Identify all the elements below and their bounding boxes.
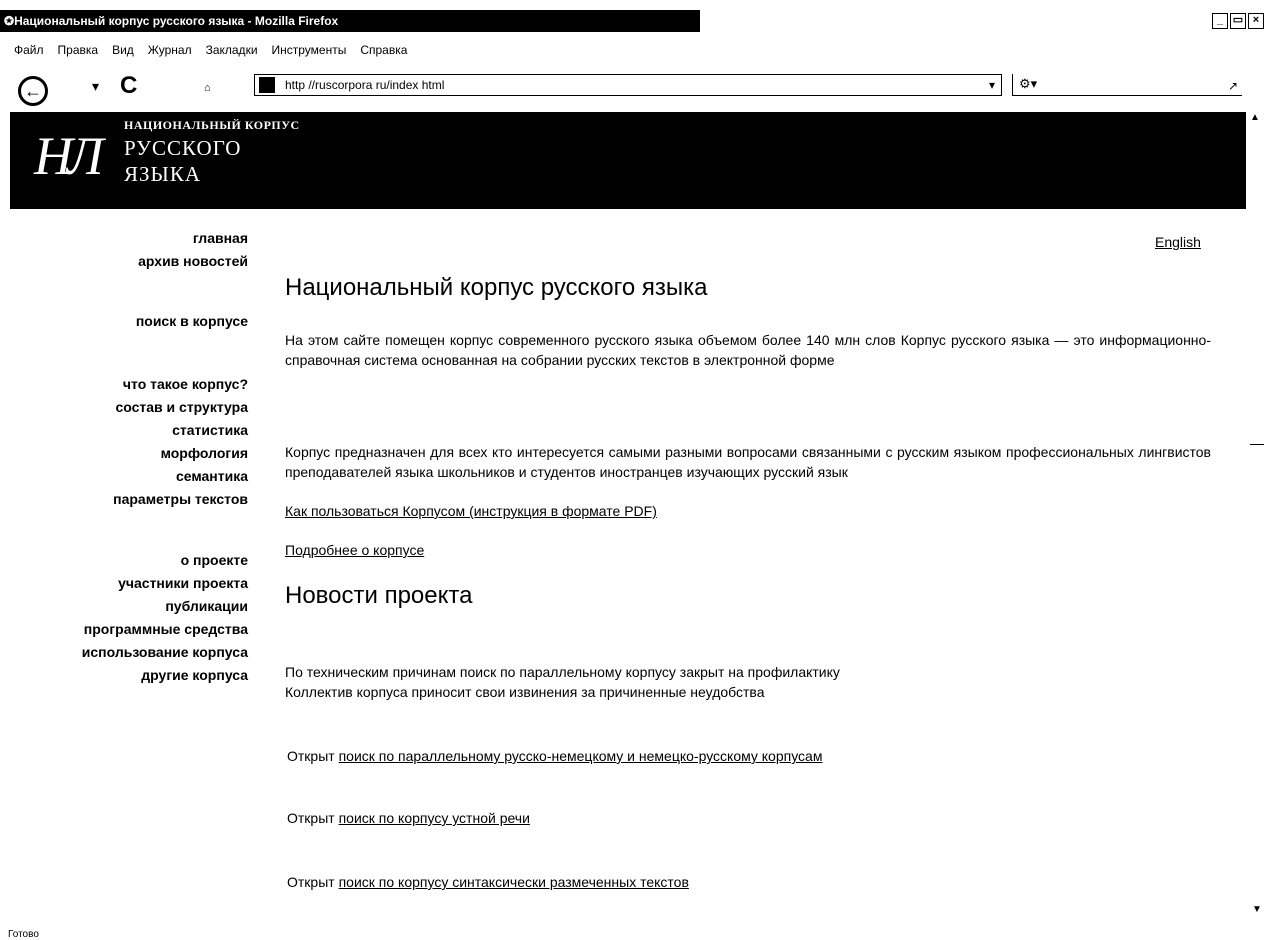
news-line: По техническим причинам поиск по паралле… [285, 664, 840, 680]
purpose-paragraph: Корпус предназначен для всех кто интерес… [285, 444, 1211, 480]
menu-bookmarks[interactable]: Закладки [206, 40, 258, 60]
url-text: http //ruscorpora ru/index html [285, 78, 445, 92]
logo-line2: РУССКОГО [124, 136, 242, 160]
menu-tools[interactable]: Инструменты [272, 40, 347, 60]
opened-label: Открыт [287, 810, 335, 826]
favicon-icon [259, 77, 275, 93]
spoken-corpus-link[interactable]: поиск по корпусу устной речи [339, 810, 530, 826]
sidebar-item-news-archive[interactable]: архив новостей [82, 253, 248, 269]
logo-line3: ЯЗЫКА [124, 162, 202, 186]
dropdown-icon[interactable]: ▾ [92, 78, 99, 95]
sidebar-item-statistics[interactable]: статистика [82, 422, 248, 438]
scroll-up-icon[interactable]: ▲ [1250, 112, 1260, 123]
english-link[interactable]: English [1155, 234, 1201, 250]
news-line: Коллектив корпуса приносит свои извинени… [285, 684, 765, 700]
window-title: ✪Национальный корпус русского языка - Mo… [0, 10, 700, 32]
sidebar-item-participants[interactable]: участники проекта [82, 575, 248, 591]
sidebar-item-semantics[interactable]: семантика [82, 468, 248, 484]
status-bar: Готово [8, 929, 39, 940]
search-go-icon[interactable]: ↗ [1228, 76, 1238, 96]
sidebar-item-publications[interactable]: публикации [82, 598, 248, 614]
logo-line1: НАЦИОНАЛЬНЫЙ КОРПУС [124, 118, 300, 132]
syntax-corpus-link[interactable]: поиск по корпусу синтаксически размеченн… [339, 874, 689, 890]
opened-label: Открыт [287, 748, 335, 764]
sidebar-item-about[interactable]: о проекте [82, 552, 248, 568]
menu-history[interactable]: Журнал [148, 40, 192, 60]
page-title: Национальный корпус русского языка [285, 274, 708, 301]
firefox-icon: ✪ [4, 14, 15, 28]
menu-edit[interactable]: Правка [58, 40, 99, 60]
parallel-corpus-link[interactable]: поиск по параллельному русско-немецкому … [339, 748, 823, 764]
sidebar-item-what-is-corpus[interactable]: что такое корпус? [82, 376, 248, 392]
site-banner: НЛ НАЦИОНАЛЬНЫЙ КОРПУС РУССКОГО ЯЗЫКА [10, 112, 1246, 209]
intro-paragraph: На этом сайте помещен корпус современног… [285, 332, 1211, 368]
menu-file[interactable]: Файл [14, 40, 44, 60]
search-input[interactable]: ⚙▾ ↗ [1012, 74, 1242, 96]
search-engine-icon[interactable]: ⚙▾ [1019, 76, 1037, 91]
opened-label: Открыт [287, 874, 335, 890]
menu-help[interactable]: Справка [360, 40, 407, 60]
back-icon[interactable]: ← [18, 76, 48, 106]
sidebar-item-search[interactable]: поиск в корпусе [82, 313, 248, 329]
home-icon[interactable]: ⌂ [204, 82, 211, 94]
news-item: Открыт поиск по корпусу устной речи [287, 810, 530, 826]
window-controls: _ ▭ × [1212, 10, 1264, 32]
close-button[interactable]: × [1248, 13, 1264, 29]
minimize-button[interactable]: _ [1212, 13, 1228, 29]
url-bar[interactable]: http //ruscorpora ru/index html ▾ [254, 74, 1002, 96]
url-dropdown-icon[interactable]: ▾ [989, 75, 995, 95]
sidebar-nav: главная архив новостей поиск в корпусе ч… [82, 226, 248, 683]
sidebar-item-software[interactable]: программные средства [82, 621, 248, 637]
sidebar-item-structure[interactable]: состав и структура [82, 399, 248, 415]
reload-icon[interactable]: C [120, 72, 137, 100]
news-item: Открыт поиск по корпусу синтаксически ра… [287, 874, 689, 890]
more-about-link[interactable]: Подробнее о корпусе [285, 542, 424, 558]
news-heading: Новости проекта [285, 582, 473, 609]
sidebar-item-home[interactable]: главная [82, 230, 248, 246]
news-item: Открыт поиск по параллельному русско-нем… [287, 748, 822, 764]
navigation-toolbar: ← ▾ C ⌂ http //ruscorpora ru/index html … [0, 68, 1264, 108]
sidebar-item-text-params[interactable]: параметры текстов [82, 491, 248, 507]
menu-view[interactable]: Вид [112, 40, 134, 60]
maximize-button[interactable]: ▭ [1230, 13, 1246, 29]
site-logo[interactable]: НЛ [34, 126, 104, 186]
sidebar-item-morphology[interactable]: морфология [82, 445, 248, 461]
menu-bar: Файл Правка Вид Журнал Закладки Инструме… [0, 40, 407, 60]
scrollbar-thumb[interactable] [1250, 444, 1264, 445]
sidebar-item-other-corpora[interactable]: другие корпуса [82, 667, 248, 683]
sidebar-item-usage[interactable]: использование корпуса [82, 644, 248, 660]
pdf-guide-link[interactable]: Как пользоваться Корпусом (инструкция в … [285, 503, 657, 519]
scroll-down-icon[interactable]: ▼ [1252, 904, 1262, 915]
window-title-text: Национальный корпус русского языка - Moz… [14, 14, 339, 28]
